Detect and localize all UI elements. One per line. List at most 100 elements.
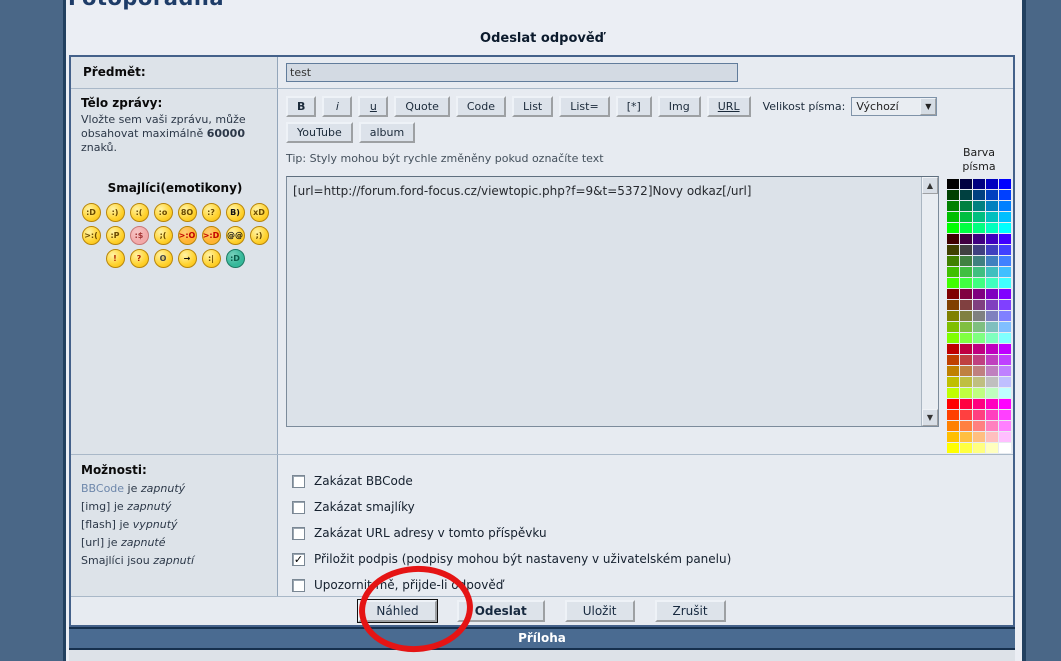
- color-swatch-BF4000[interactable]: [947, 355, 959, 365]
- color-swatch-BF8080[interactable]: [973, 366, 985, 376]
- color-swatch-804040[interactable]: [960, 300, 972, 310]
- color-swatch-40BFFF[interactable]: [999, 267, 1011, 277]
- color-swatch-80BF00[interactable]: [947, 322, 959, 332]
- color-swatch-00FF80[interactable]: [973, 223, 985, 233]
- color-swatch-FFBF40[interactable]: [960, 432, 972, 442]
- color-swatch-400000[interactable]: [947, 234, 959, 244]
- color-swatch-8080BF[interactable]: [986, 311, 998, 321]
- smiley-cry-icon[interactable]: ;(: [154, 226, 173, 245]
- color-swatch-40FFFF[interactable]: [999, 278, 1011, 288]
- color-swatch-FFFF40[interactable]: [960, 443, 972, 453]
- smiley-confused-icon[interactable]: :?: [202, 203, 221, 222]
- color-swatch-8000BF[interactable]: [986, 289, 998, 299]
- color-swatch-BFBF80[interactable]: [973, 377, 985, 387]
- smiley-arrow-icon[interactable]: →: [178, 249, 197, 268]
- smiley-mad-icon[interactable]: >:(: [82, 226, 101, 245]
- color-swatch-400040[interactable]: [960, 234, 972, 244]
- color-swatch-4080FF[interactable]: [999, 256, 1011, 266]
- color-swatch-404040[interactable]: [960, 245, 972, 255]
- checkbox-notify-reply[interactable]: [292, 579, 305, 592]
- color-swatch-FF8080[interactable]: [973, 421, 985, 431]
- color-swatch-FF4040[interactable]: [960, 410, 972, 420]
- smiley-redface-icon[interactable]: :$: [130, 226, 149, 245]
- color-swatch-008040[interactable]: [960, 201, 972, 211]
- color-swatch-BFFF40[interactable]: [960, 388, 972, 398]
- checkbox-row-disable-urls[interactable]: Zakázat URL adresy v tomto příspěvku: [292, 520, 1013, 546]
- color-swatch-BFBFFF[interactable]: [999, 377, 1011, 387]
- color-swatch-00BF00[interactable]: [947, 212, 959, 222]
- color-swatch-BF4040[interactable]: [960, 355, 972, 365]
- checkbox-attach-signature[interactable]: ✓: [292, 553, 305, 566]
- color-swatch-000000[interactable]: [947, 179, 959, 189]
- color-swatch-0040FF[interactable]: [999, 190, 1011, 200]
- smiley-razz-icon[interactable]: :P: [106, 226, 125, 245]
- checkbox-row-disable-smilies[interactable]: Zakázat smajlíky: [292, 494, 1013, 520]
- color-swatch-408000[interactable]: [947, 256, 959, 266]
- color-swatch-BF80FF[interactable]: [999, 366, 1011, 376]
- color-swatch-4040FF[interactable]: [999, 245, 1011, 255]
- color-swatch-808000[interactable]: [947, 311, 959, 321]
- color-swatch-40BF80[interactable]: [973, 267, 985, 277]
- color-swatch-400080[interactable]: [973, 234, 985, 244]
- smiley-eek-icon[interactable]: 8O: [178, 203, 197, 222]
- bbcode-img-button[interactable]: Img: [658, 96, 701, 117]
- color-swatch-80FF40[interactable]: [960, 333, 972, 343]
- bbcode-album-button[interactable]: album: [359, 122, 415, 143]
- color-swatch-80BF80[interactable]: [973, 322, 985, 332]
- color-swatch-00FFFF[interactable]: [999, 223, 1011, 233]
- color-swatch-FF80BF[interactable]: [986, 421, 998, 431]
- color-swatch-FFBFFF[interactable]: [999, 432, 1011, 442]
- color-swatch-BF00FF[interactable]: [999, 344, 1011, 354]
- color-swatch-8000FF[interactable]: [999, 289, 1011, 299]
- smiley-surprised-icon[interactable]: :o: [154, 203, 173, 222]
- color-swatch-BF8040[interactable]: [960, 366, 972, 376]
- color-swatch-40FF40[interactable]: [960, 278, 972, 288]
- color-swatch-40BF00[interactable]: [947, 267, 959, 277]
- color-swatch-00FF40[interactable]: [960, 223, 972, 233]
- smiley-smile-icon[interactable]: :): [106, 203, 125, 222]
- color-swatch-BF00BF[interactable]: [986, 344, 998, 354]
- color-swatch-FFBF00[interactable]: [947, 432, 959, 442]
- scroll-up-icon[interactable]: ▲: [922, 177, 938, 194]
- color-swatch-800000[interactable]: [947, 289, 959, 299]
- color-swatch-FFFFBF[interactable]: [986, 443, 998, 453]
- color-swatch-BFBFBF[interactable]: [986, 377, 998, 387]
- color-swatch-404000[interactable]: [947, 245, 959, 255]
- checkbox-disable-bbcode[interactable]: [292, 475, 305, 488]
- color-swatch-BF40BF[interactable]: [986, 355, 998, 365]
- font-size-select[interactable]: Výchozí ▼: [851, 97, 937, 116]
- color-swatch-0000FF[interactable]: [999, 179, 1011, 189]
- color-swatch-80FF80[interactable]: [973, 333, 985, 343]
- color-swatch-408080[interactable]: [973, 256, 985, 266]
- smiley-exclaim-icon[interactable]: !: [106, 249, 125, 268]
- color-swatch-404080[interactable]: [973, 245, 985, 255]
- color-swatch-FFFF80[interactable]: [973, 443, 985, 453]
- color-swatch-80BFBF[interactable]: [986, 322, 998, 332]
- color-swatch-4040BF[interactable]: [986, 245, 998, 255]
- color-swatch-BFFFFF[interactable]: [999, 388, 1011, 398]
- smiley-twisted-icon[interactable]: >:D: [202, 226, 221, 245]
- color-swatch-000040[interactable]: [960, 179, 972, 189]
- color-swatch-00FF00[interactable]: [947, 223, 959, 233]
- submit-button[interactable]: Odeslat: [457, 600, 545, 622]
- color-swatch-BF8000[interactable]: [947, 366, 959, 376]
- color-swatch-004000[interactable]: [947, 190, 959, 200]
- color-swatch-BF0040[interactable]: [960, 344, 972, 354]
- color-swatch-008000[interactable]: [947, 201, 959, 211]
- message-text[interactable]: [url=http://forum.ford-focus.cz/viewtopi…: [287, 177, 921, 426]
- color-swatch-0000BF[interactable]: [986, 179, 998, 189]
- color-swatch-8040FF[interactable]: [999, 300, 1011, 310]
- smiley-lol-icon[interactable]: xD: [250, 203, 269, 222]
- color-swatch-4000FF[interactable]: [999, 234, 1011, 244]
- smiley-evil-icon[interactable]: >:O: [178, 226, 197, 245]
- bbcode-bold-button[interactable]: B: [286, 96, 316, 117]
- color-swatch-FF8000[interactable]: [947, 421, 959, 431]
- smiley-sad-icon[interactable]: :(: [130, 203, 149, 222]
- color-swatch-BFFF00[interactable]: [947, 388, 959, 398]
- color-swatch-FF80FF[interactable]: [999, 421, 1011, 431]
- bbcode-url-button[interactable]: URL: [707, 96, 751, 117]
- color-swatch-808080[interactable]: [973, 311, 985, 321]
- color-swatch-FF0000[interactable]: [947, 399, 959, 409]
- color-swatch-BF0000[interactable]: [947, 344, 959, 354]
- color-swatch-FF0080[interactable]: [973, 399, 985, 409]
